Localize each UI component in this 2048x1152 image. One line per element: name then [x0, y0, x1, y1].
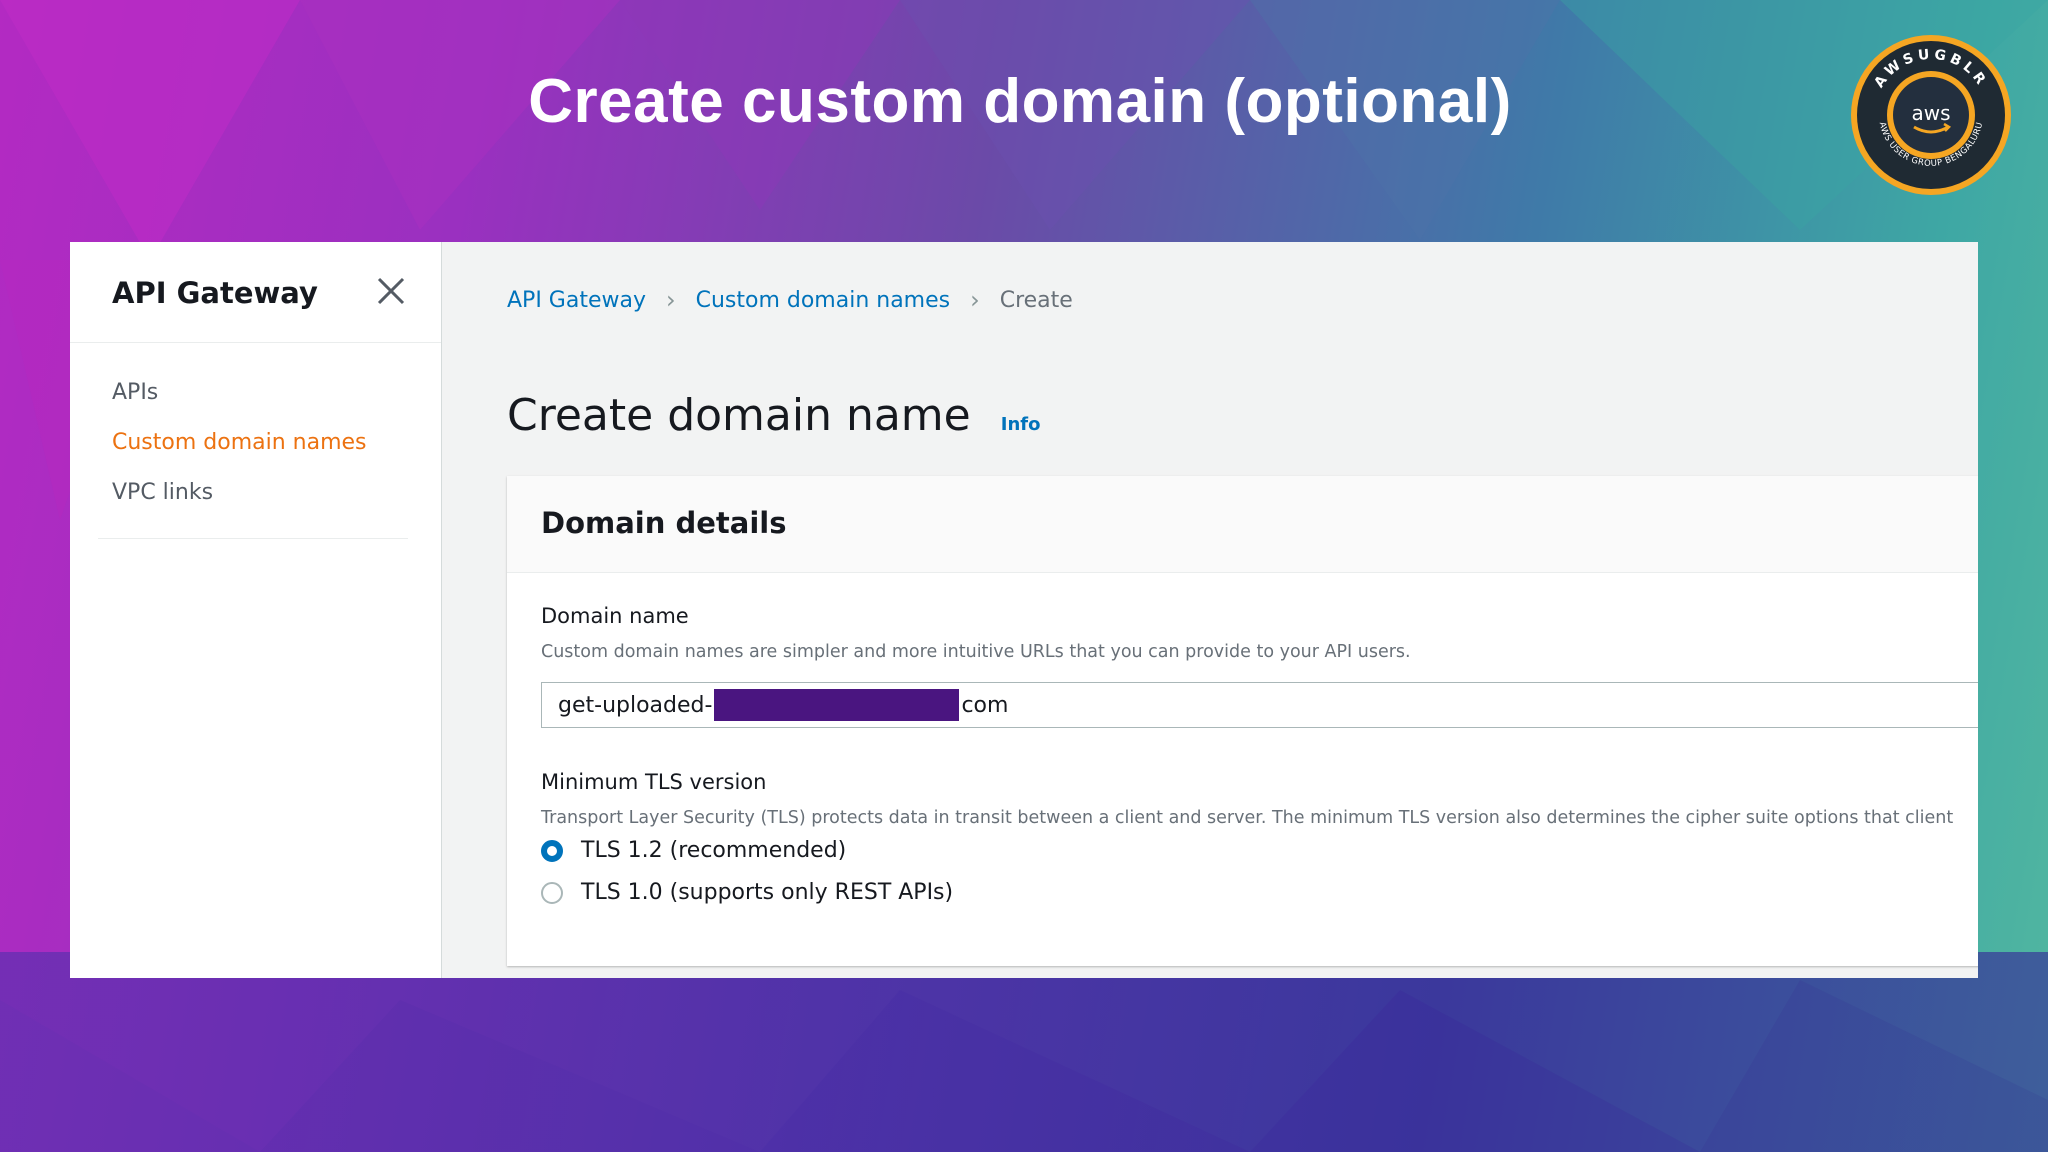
radio-selected-icon[interactable] — [541, 839, 563, 862]
side-navigation-list: APIs Custom domain names VPC links — [112, 368, 367, 518]
tls-option-label: TLS 1.0 (supports only REST APIs) — [581, 880, 954, 905]
page-title: Create domain name — [507, 390, 971, 441]
redaction-block — [714, 689, 960, 721]
breadcrumb: API Gateway › Custom domain names › Crea… — [507, 286, 1073, 314]
breadcrumb-current: Create — [999, 287, 1073, 313]
console-window: API Gateway APIs Custom domain names VPC… — [70, 242, 1978, 978]
slide-title: Create custom domain (optional) — [528, 67, 1512, 136]
sidebar-item-apis[interactable]: APIs — [112, 368, 367, 418]
breadcrumb-api-gateway[interactable]: API Gateway — [507, 288, 646, 313]
domain-name-description: Custom domain names are simpler and more… — [541, 642, 1411, 662]
tls-version-label: Minimum TLS version — [541, 770, 767, 794]
side-navigation-header: API Gateway — [70, 242, 441, 343]
tls-option-label: TLS 1.2 (recommended) — [581, 838, 847, 863]
domain-name-value-suffix: com — [961, 692, 1009, 718]
side-navigation-title: API Gateway — [112, 276, 318, 310]
sidebar-item-custom-domain-names[interactable]: Custom domain names — [112, 418, 367, 468]
page-header: Create domain name Info — [507, 390, 1040, 441]
breadcrumb-custom-domain-names[interactable]: Custom domain names — [696, 288, 951, 313]
panel-header: Domain details — [507, 476, 1978, 573]
chevron-right-icon: › — [970, 286, 980, 314]
tls-option-1-0[interactable]: TLS 1.0 (supports only REST APIs) — [541, 880, 953, 905]
info-link[interactable]: Info — [1001, 414, 1041, 435]
domain-name-value-prefix: get-uploaded- — [558, 692, 713, 718]
radio-unselected-icon[interactable] — [541, 881, 563, 904]
tls-option-1-2[interactable]: TLS 1.2 (recommended) — [541, 838, 846, 863]
tls-version-description: Transport Layer Security (TLS) protects … — [541, 808, 1954, 828]
background-bottom — [0, 952, 2048, 1152]
side-navigation: API Gateway APIs Custom domain names VPC… — [70, 242, 442, 978]
domain-name-input[interactable]: get-uploaded-com — [541, 682, 1978, 728]
aws-user-group-logo: AWSUGBLR AWS USER GROUP BENGALURU aws — [1851, 35, 2011, 195]
domain-details-panel: Domain details Domain name Custom domain… — [507, 476, 1978, 966]
sidebar-item-vpc-links[interactable]: VPC links — [112, 468, 367, 518]
main-content: API Gateway › Custom domain names › Crea… — [442, 242, 1978, 978]
nav-divider — [98, 538, 408, 539]
panel-title: Domain details — [541, 506, 787, 540]
svg-text:aws: aws — [1911, 101, 1950, 125]
domain-name-label: Domain name — [541, 604, 689, 628]
close-icon[interactable] — [374, 274, 408, 308]
chevron-right-icon: › — [665, 286, 676, 314]
